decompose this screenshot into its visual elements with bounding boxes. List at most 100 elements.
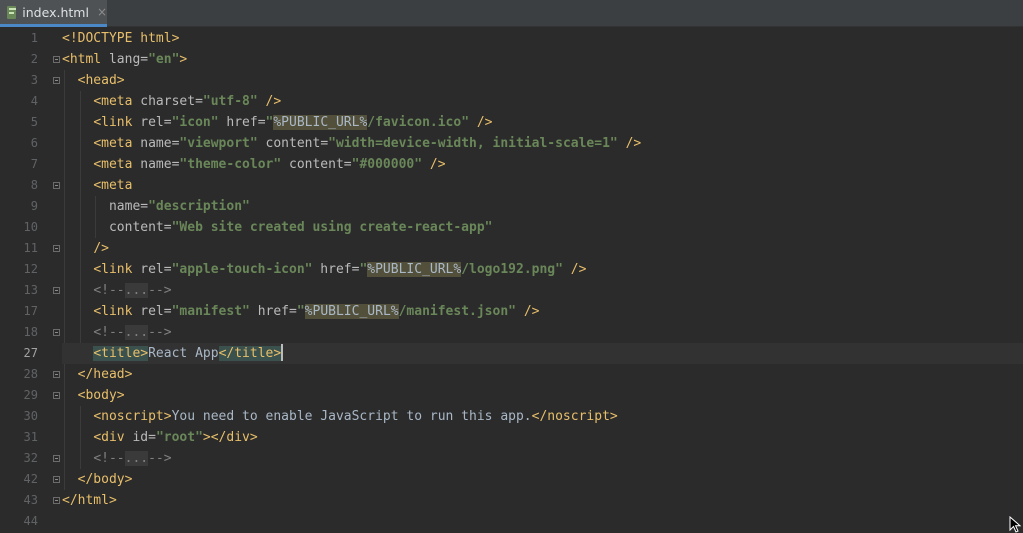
line-number: 42 <box>23 472 38 486</box>
code-line[interactable]: <meta charset="utf-8" /> <box>62 91 1023 112</box>
fold-toggle-icon[interactable] <box>52 364 60 385</box>
code-token: "apple-touch-icon" <box>171 262 313 277</box>
line-number: 8 <box>30 178 38 192</box>
code-token: --> <box>148 283 172 298</box>
code-token: /> <box>617 136 642 151</box>
code-token: <meta <box>93 94 141 109</box>
line-number: 6 <box>30 136 38 150</box>
line-number: 43 <box>23 493 38 507</box>
line-number: 32 <box>23 451 38 465</box>
line-number: 5 <box>30 115 38 129</box>
fold-toggle-icon[interactable] <box>52 238 60 259</box>
code-line[interactable]: <html lang="en"> <box>62 49 1023 70</box>
code-token: "en" <box>148 52 180 67</box>
code-line[interactable]: <link rel="manifest" href="%PUBLIC_URL%/… <box>62 301 1023 322</box>
code-token: ... <box>124 283 149 298</box>
fold-toggle-icon[interactable] <box>52 490 60 511</box>
code-line[interactable]: <meta name="viewport" content="width=dev… <box>62 133 1023 154</box>
code-token: /> <box>93 241 109 256</box>
code-line[interactable]: <!--...--> <box>62 280 1023 301</box>
code-token: "viewport" <box>179 136 258 151</box>
fold-toggle-icon[interactable] <box>52 175 60 196</box>
fold-toggle-icon[interactable] <box>52 469 60 490</box>
line-number: 31 <box>23 430 38 444</box>
code-token: "#000000" <box>351 157 423 172</box>
code-token: <title> <box>93 346 149 361</box>
code-line[interactable]: </body> <box>62 469 1023 490</box>
code-line[interactable]: content="Web site created using create-r… <box>62 217 1023 238</box>
text-caret <box>281 344 284 361</box>
code-token: React App <box>148 346 219 361</box>
line-number: 44 <box>23 514 38 528</box>
code-token: "manifest" <box>171 304 250 319</box>
code-line[interactable]: <link rel="apple-touch-icon" href="%PUBL… <box>62 259 1023 280</box>
code-line[interactable]: <link rel="icon" href="%PUBLIC_URL%/favi… <box>62 112 1023 133</box>
code-token: href= <box>312 262 360 277</box>
code-line[interactable]: <!--...--> <box>62 448 1023 469</box>
code-line[interactable]: /> <box>62 238 1023 259</box>
code-token: "description" <box>148 199 250 214</box>
code-token: <meta <box>93 157 141 172</box>
close-icon[interactable]: × <box>97 6 107 18</box>
code-token: --> <box>148 451 172 466</box>
code-line[interactable] <box>62 511 1023 532</box>
code-line[interactable]: <!--...--> <box>62 322 1023 343</box>
fold-toggle-icon[interactable] <box>52 322 60 343</box>
fold-toggle-icon[interactable] <box>52 49 60 70</box>
code-token: </body> <box>77 472 133 487</box>
tab-label: index.html <box>22 4 89 20</box>
code-line[interactable]: <meta <box>62 175 1023 196</box>
code-token: "root" <box>155 430 203 445</box>
code-token: charset= <box>140 94 203 109</box>
code-line[interactable]: <head> <box>62 70 1023 91</box>
tab-index-html[interactable]: index.html × <box>0 0 107 27</box>
code-line[interactable]: <title>React App</title> <box>62 343 1023 364</box>
code-token: content= <box>281 157 352 172</box>
code-line[interactable]: <meta name="theme-color" content="#00000… <box>62 154 1023 175</box>
code-token: /> <box>469 115 493 130</box>
code-token: <noscript> <box>93 409 172 424</box>
fold-toggle-icon[interactable] <box>52 280 60 301</box>
code-line[interactable]: </html> <box>62 490 1023 511</box>
line-number: 10 <box>23 220 38 234</box>
code-token: </title> <box>218 346 282 361</box>
code-line[interactable]: <!DOCTYPE html> <box>62 28 1023 49</box>
code-token: /logo192.png" <box>461 262 563 277</box>
code-token: "width=device-width, initial-scale=1" <box>328 136 618 151</box>
code-token: /> <box>516 304 540 319</box>
code-line[interactable]: <div id="root"></div> <box>62 427 1023 448</box>
line-number: 27 <box>23 346 38 360</box>
code-line[interactable]: <body> <box>62 385 1023 406</box>
code-token: /> <box>562 262 587 277</box>
code-token: </html> <box>62 493 117 508</box>
code-token: id= <box>132 430 156 445</box>
code-token: ></div> <box>202 430 258 445</box>
fold-toggle-icon[interactable] <box>52 448 60 469</box>
code-line[interactable]: </head> <box>62 364 1023 385</box>
line-number: 13 <box>23 283 38 297</box>
code-token: </noscript> <box>531 409 618 424</box>
code-token: ... <box>124 325 149 340</box>
code-line[interactable]: name="description" <box>62 196 1023 217</box>
code-token: You need to enable JavaScript to run thi… <box>171 409 532 424</box>
code-token: </head> <box>77 367 133 382</box>
fold-toggle-icon[interactable] <box>52 385 60 406</box>
code-token: <!-- <box>93 325 125 340</box>
fold-toggle-icon[interactable] <box>52 70 60 91</box>
code-line[interactable]: <noscript>You need to enable JavaScript … <box>62 406 1023 427</box>
line-number: 1 <box>30 31 38 45</box>
